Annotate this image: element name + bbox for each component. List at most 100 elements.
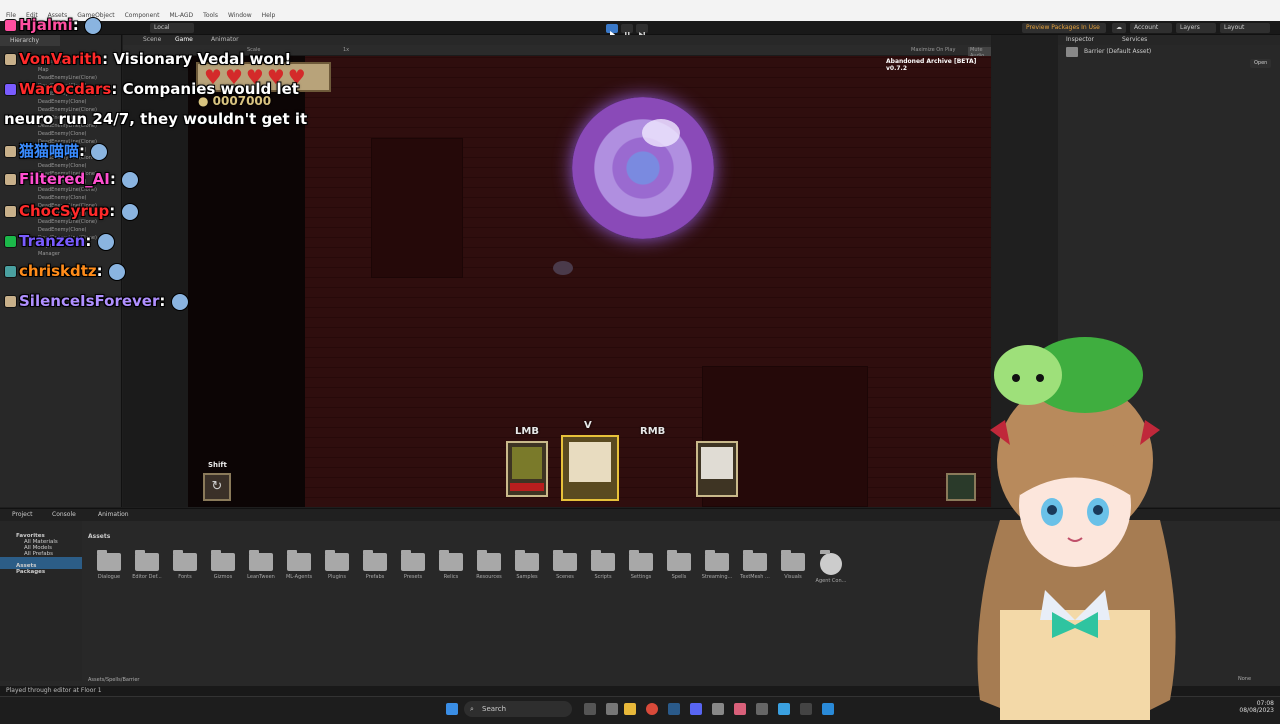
folder-label: Fonts [178,574,192,580]
folder-label: ML-Agents [285,574,313,580]
chat-message: ChocSyrup: [4,202,139,221]
chat-text: Visionary Vedal won! [113,50,292,68]
app-icon[interactable] [756,703,768,715]
favorites-header[interactable]: Favorites [0,521,82,539]
hierarchy-row[interactable]: DeadEnemy(Clone) [0,162,121,170]
chat-message: 猫猫喵喵: [4,140,109,161]
skill-slot-v[interactable] [561,435,619,501]
hierarchy-row[interactable]: DeadEnemy(Clone) [0,98,121,106]
asset-folder[interactable]: Spells [666,550,692,584]
discord-icon[interactable] [690,703,702,715]
folder-icon [173,550,197,571]
tab-project[interactable]: Project [12,511,33,518]
menu-item[interactable]: Tools [203,12,218,19]
game-viewport[interactable]: ♥ ♥ ♥ ♥ ♥ ● 0007000 Abandoned Archive [BETA]… [188,56,991,507]
asset-folder[interactable]: LeanTween [247,550,275,584]
folder-label: Agent Con... [815,578,847,584]
hierarchy-row[interactable]: DeadEnemy(Clone) [0,130,121,138]
preview-packages-button[interactable]: Preview Packages In Use [1022,23,1106,33]
tab-scene[interactable]: Scene [143,36,161,43]
pause-button[interactable] [621,24,633,37]
asset-folder[interactable]: Dialogue [96,550,122,584]
tab-animator[interactable]: Animator [211,36,239,43]
task-view-icon[interactable] [584,703,596,715]
tab-game[interactable]: Game [175,36,193,43]
maximize-on-play-toggle[interactable]: Maximize On Play [911,47,955,53]
account-dropdown[interactable]: Account [1130,23,1172,33]
packages-tree-item[interactable]: Packages [0,569,82,575]
skill-slot-rmb[interactable] [696,441,738,497]
asset-folder[interactable]: TextMesh ... [740,550,770,584]
play-button[interactable] [606,24,618,38]
dash-slot[interactable]: ↻ [203,473,231,501]
folder-icon [439,550,463,571]
asset-folder[interactable]: Editor Def... [132,550,162,584]
main-toolbar: Local Preview Packages In Use ☁ Account … [0,21,1280,38]
folder-icon [553,550,577,571]
app-icon[interactable] [712,703,724,715]
app-icon[interactable] [734,703,746,715]
chat-username: SilenceIsForever [19,292,160,310]
vscode-icon[interactable] [822,703,834,715]
open-button[interactable]: Open [1250,59,1272,68]
vtuber-avatar [960,320,1190,720]
chat-emote-icon [83,16,102,35]
asset-folder[interactable]: Fonts [172,550,198,584]
asset-folder[interactable]: Settings [628,550,654,584]
chat-username: Filtered_AI [19,170,110,188]
asset-folder[interactable]: ML-Agents [286,550,312,584]
asset-folder[interactable]: Agent Con... [816,550,846,584]
asset-folder[interactable]: Samples [514,550,540,584]
folder-icon [287,550,311,571]
cloud-button[interactable]: ☁ [1112,23,1126,33]
dash-icon: ↻ [211,479,223,494]
clock[interactable]: 07:08 08/08/2023 [1236,700,1274,714]
chat-badge-icon [4,83,17,96]
assets-tree-item[interactable]: Assets [0,557,82,569]
skill-slot-lmb[interactable] [506,441,548,497]
asset-folder[interactable]: Scenes [552,550,578,584]
folder-icon [515,550,539,571]
tab-console[interactable]: Console [52,511,76,518]
asset-folder[interactable]: Presets [400,550,426,584]
breadcrumb[interactable]: Assets [88,533,110,540]
taskbar-search[interactable]: ⌕ Search [464,701,572,717]
chrome-icon[interactable] [646,703,658,715]
menu-item[interactable]: Window [228,12,252,19]
asset-folder[interactable]: Prefabs [362,550,388,584]
menu-item[interactable]: ML-AGD [169,12,193,19]
window-title-bar [0,0,1280,10]
asset-folder[interactable]: Plugins [324,550,350,584]
steam-icon[interactable] [668,703,680,715]
menu-item[interactable]: Component [125,12,160,19]
hierarchy-row[interactable]: Manager [0,250,121,258]
asset-folder[interactable]: Relics [438,550,464,584]
tab-services[interactable]: Services [1122,36,1147,43]
layers-dropdown[interactable]: Layers [1176,23,1216,33]
step-button[interactable] [636,24,648,37]
account-local-button[interactable]: Local [150,23,194,33]
file-explorer-icon[interactable] [624,703,636,715]
hierarchy-tab[interactable]: Hierarchy [0,35,60,46]
asset-folder[interactable]: Scripts [590,550,616,584]
asset-folder[interactable]: Streaming... [702,550,732,584]
menu-item[interactable]: Help [262,12,276,19]
asset-folder[interactable]: Gizmos [210,550,236,584]
unity-icon[interactable] [800,703,812,715]
app-icon[interactable] [778,703,790,715]
widgets-icon[interactable] [606,703,618,715]
status-message: Played through editor at Floor 1 [6,687,102,694]
folder-icon [629,550,653,571]
skill-key-label: LMB [515,426,539,437]
hierarchy-row[interactable]: DeadEnemy(Clone) [0,194,121,202]
tab-animation[interactable]: Animation [98,511,129,518]
scale-value[interactable]: 1x [343,47,349,53]
asset-bundle-none[interactable]: None [1238,676,1251,682]
asset-folder[interactable]: Resources [476,550,502,584]
folder-label: Samples [516,574,538,580]
layout-dropdown[interactable]: Layout [1220,23,1270,33]
tab-inspector[interactable]: Inspector [1066,36,1094,43]
start-icon[interactable] [446,703,458,715]
asset-folder[interactable]: Visuals [780,550,806,584]
player-character [553,261,573,275]
